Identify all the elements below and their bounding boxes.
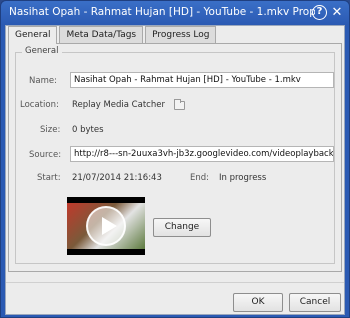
window-title: Nasihat Opah - Rahmat Hujan [HD] - YouTu… <box>9 6 315 18</box>
size-label: Size: <box>40 125 61 135</box>
ok-button[interactable]: OK <box>233 293 283 312</box>
end-value: In progress <box>219 173 267 183</box>
end-label: End: <box>190 173 210 183</box>
cancel-button[interactable]: Cancel <box>289 293 341 312</box>
general-group: General Name: Nasihat Opah - Rahmat Huja… <box>15 46 335 264</box>
title-bar[interactable]: Nasihat Opah - Rahmat Hujan [HD] - YouTu… <box>1 1 349 25</box>
tab-general[interactable]: General <box>8 26 58 44</box>
name-label: Name: <box>29 76 57 86</box>
play-icon <box>86 206 126 246</box>
folder-icon[interactable] <box>174 99 185 110</box>
close-icon[interactable]: ✕ <box>329 5 345 21</box>
name-field[interactable]: Nasihat Opah - Rahmat Hujan [HD] - YouTu… <box>70 72 334 88</box>
start-label: Start: <box>37 173 61 183</box>
dialog-body: General Meta Data/Tags Progress Log Gene… <box>5 25 345 315</box>
video-thumbnail <box>67 197 145 255</box>
properties-window: Nasihat Opah - Rahmat Hujan [HD] - YouTu… <box>0 0 350 318</box>
size-value: 0 bytes <box>72 125 104 135</box>
general-panel: General Name: Nasihat Opah - Rahmat Huja… <box>8 43 342 272</box>
help-icon[interactable]: ? <box>312 5 327 20</box>
source-label: Source: <box>29 150 62 160</box>
tab-bar: General Meta Data/Tags Progress Log <box>8 26 218 44</box>
location-value: Replay Media Catcher <box>72 100 165 110</box>
footer-divider <box>6 282 344 283</box>
location-label: Location: <box>20 100 59 110</box>
tab-meta-data-tags[interactable]: Meta Data/Tags <box>59 26 144 43</box>
tab-progress-log[interactable]: Progress Log <box>145 26 217 43</box>
group-title: General <box>22 46 62 56</box>
source-field[interactable]: http://r8---sn-2uuxa3vh-jb3z.googlevideo… <box>70 146 334 162</box>
change-thumbnail-button[interactable]: Change <box>153 218 211 237</box>
start-value: 21/07/2014 21:16:43 <box>72 173 162 183</box>
